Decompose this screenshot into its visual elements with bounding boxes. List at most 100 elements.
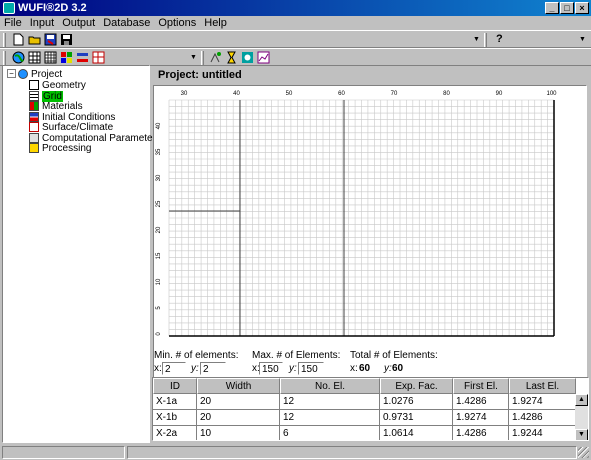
table-row[interactable]: X-1b 20 12 0.9731 1.9274 1.4286	[153, 410, 576, 426]
table-cell[interactable]: 6	[280, 426, 380, 440]
dropdown-arrow-icon[interactable]: ▼	[473, 36, 480, 43]
hourglass-icon	[29, 143, 39, 153]
min-x-input[interactable]: 2	[162, 362, 186, 375]
toolbar-grip[interactable]	[484, 33, 487, 47]
maximize-button[interactable]: □	[560, 2, 574, 14]
table-cell[interactable]: 10	[197, 426, 280, 440]
scroll-down-icon[interactable]: ▼	[575, 429, 588, 440]
tree-item-materials[interactable]: Materials	[29, 101, 83, 112]
dropdown-arrow-icon[interactable]: ▼	[579, 36, 586, 43]
grid-drawing[interactable]: 30 40 50 60 70 80 90 1004035302520151050	[154, 86, 586, 393]
tree-item-computational-parameters[interactable]: Computational Parameters	[29, 132, 161, 144]
max-elements-label: Max. # of Elements:	[252, 350, 341, 361]
max-y-input[interactable]: 150	[298, 362, 324, 375]
table-header-cell[interactable]: Last El.	[509, 378, 576, 394]
title-bar: WUFI®2D 3.2 _ □ ×	[0, 0, 591, 16]
toolbar-grip[interactable]	[201, 51, 204, 65]
calc-icon[interactable]	[209, 51, 222, 64]
tree-item-grid[interactable]: Grid	[29, 90, 63, 102]
tree-root-project[interactable]: − Project	[7, 69, 62, 80]
table-cell[interactable]: X-1a	[153, 394, 197, 410]
menu-database[interactable]: Database	[99, 16, 154, 29]
status-panel	[2, 446, 125, 459]
climate-icon[interactable]	[92, 51, 105, 64]
grid-icon	[29, 90, 39, 101]
total-x-label: x:	[350, 363, 358, 374]
save-as-icon[interactable]	[44, 33, 57, 46]
total-elements-label: Total # of Elements:	[350, 350, 438, 361]
minimize-button[interactable]: _	[545, 2, 559, 14]
scroll-up-icon[interactable]: ▲	[575, 394, 588, 406]
table-header-cell[interactable]: ID	[153, 378, 197, 394]
initial-conditions-icon[interactable]	[76, 51, 89, 64]
table-header-cell[interactable]: Width	[197, 378, 280, 394]
top-ruler-label: 30	[181, 91, 188, 97]
timer-icon[interactable]	[225, 51, 238, 64]
table-cell[interactable]: 1.4286	[509, 410, 576, 426]
menu-file[interactable]: File	[0, 16, 26, 29]
geometry-icon	[29, 80, 39, 90]
close-button[interactable]: ×	[575, 2, 589, 14]
menu-input[interactable]: Input	[26, 16, 58, 29]
tree-item-geometry[interactable]: Geometry	[29, 80, 86, 91]
table-cell[interactable]: 1.4286	[453, 426, 509, 440]
left-ruler-label: 30	[156, 174, 162, 181]
min-y-input[interactable]: 2	[200, 362, 226, 375]
top-ruler-label: 70	[391, 91, 398, 97]
tree-item-label: Initial Conditions	[42, 111, 116, 123]
table-cell[interactable]: 12	[280, 394, 380, 410]
save-icon[interactable]	[60, 33, 73, 46]
table-cell[interactable]: 1.9244	[509, 426, 576, 440]
menu-output[interactable]: Output	[58, 16, 99, 29]
materials-icon[interactable]	[60, 51, 73, 64]
globe-icon[interactable]	[12, 51, 25, 64]
table-cell[interactable]: 1.4286	[453, 394, 509, 410]
help-button[interactable]: ?	[496, 33, 503, 45]
table-cell[interactable]: 12	[280, 410, 380, 426]
top-ruler	[154, 86, 586, 98]
top-ruler-label: 80	[443, 91, 450, 97]
status-panel	[127, 446, 577, 459]
table-header-cell[interactable]: No. El.	[280, 378, 380, 394]
left-ruler-label: 15	[156, 252, 162, 259]
top-ruler-label: 100	[546, 91, 557, 97]
tools-toolbar: ▼	[0, 48, 591, 66]
table-cell[interactable]: 1.0614	[380, 426, 453, 440]
grid-canvas[interactable]: 30 40 50 60 70 80 90 100 40 35 30 25 20 15 10 5 0	[153, 85, 587, 394]
total-y-value: 60	[392, 363, 404, 374]
min-elements-label: Min. # of elements:	[154, 350, 239, 361]
table-header-cell[interactable]: First El.	[453, 378, 509, 394]
tree-item-processing[interactable]: Processing	[29, 143, 91, 154]
tree-item-surface-climate[interactable]: Surface/Climate	[29, 122, 113, 133]
table-cell[interactable]: 0.9731	[380, 410, 453, 426]
tree-item-initial-conditions[interactable]: Initial Conditions	[29, 111, 116, 123]
open-folder-icon[interactable]	[28, 33, 41, 46]
geometry-grid-icon[interactable]	[28, 51, 41, 64]
table-row[interactable]: X-2a 10 6 1.0614 1.4286 1.9244	[153, 426, 576, 440]
table-cell[interactable]: 1.0276	[380, 394, 453, 410]
new-file-icon[interactable]	[12, 33, 25, 46]
toolbar-grip[interactable]	[3, 33, 6, 47]
table-header-cell[interactable]: Exp. Fac.	[380, 378, 453, 394]
toolbar-grip[interactable]	[3, 51, 6, 65]
table-row[interactable]: X-1a 20 12 1.0276 1.4286 1.9274	[153, 394, 576, 410]
tree-item-label: Geometry	[42, 80, 86, 91]
table-cell[interactable]: 1.9274	[453, 410, 509, 426]
eye-icon[interactable]	[241, 51, 254, 64]
menu-options[interactable]: Options	[154, 16, 200, 29]
menu-help[interactable]: Help	[200, 16, 231, 29]
table-scrollbar[interactable]: ▲ ▼	[575, 394, 588, 440]
table-cell[interactable]: X-1b	[153, 410, 197, 426]
table-cell[interactable]: 1.9274	[509, 394, 576, 410]
dropdown-arrow-icon[interactable]: ▼	[190, 54, 197, 61]
chart-icon[interactable]	[257, 51, 270, 64]
resize-grip-icon[interactable]	[578, 447, 589, 458]
table-cell[interactable]: X-2a	[153, 426, 197, 440]
grid-icon[interactable]	[44, 51, 57, 64]
collapse-icon[interactable]: −	[7, 69, 16, 78]
table-cell[interactable]: 20	[197, 410, 280, 426]
min-y-label: y:	[191, 363, 199, 374]
max-y-label: y:	[289, 363, 297, 374]
max-x-input[interactable]: 150	[259, 362, 283, 375]
table-cell[interactable]: 20	[197, 394, 280, 410]
